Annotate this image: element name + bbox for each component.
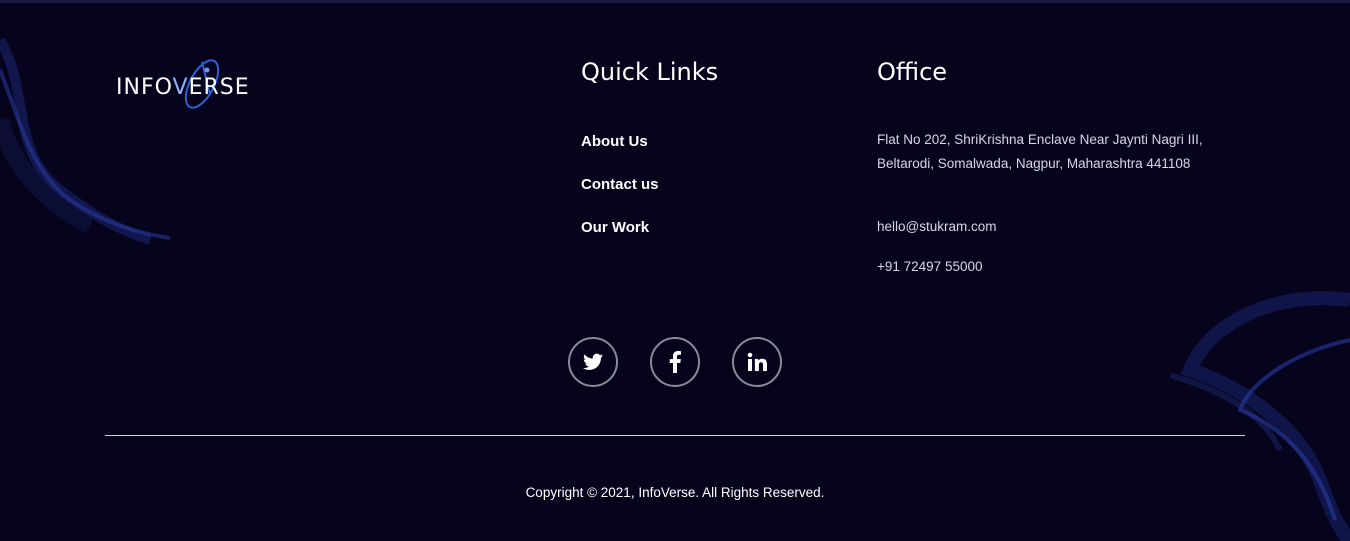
facebook-icon — [669, 351, 681, 373]
about-us-link[interactable]: About Us — [581, 133, 648, 150]
office-email-link[interactable]: hello@stukram.com — [877, 219, 997, 234]
smoke-decoration-right — [1169, 291, 1350, 541]
infoverse-logo[interactable]: INFOVERSE — [116, 54, 306, 110]
office-phone: +91 72497 55000 — [877, 259, 983, 274]
logo-wordmark-part2: ERSE — [188, 75, 250, 100]
office-address: Flat No 202, ShriKrishna Enclave Near Ja… — [877, 132, 1203, 171]
linkedin-button[interactable] — [732, 337, 782, 387]
office-heading: Office — [877, 58, 948, 86]
contact-us-link[interactable]: Contact us — [581, 176, 659, 193]
logo-wordmark-v: V — [172, 75, 189, 100]
copyright-text: Copyright © 2021, InfoVerse. All Rights … — [525, 485, 825, 500]
top-border — [0, 0, 1350, 3]
twitter-icon — [583, 353, 603, 370]
footer-divider — [105, 435, 1245, 436]
logo-wordmark-part1: INFO — [116, 75, 173, 100]
smoke-decoration-left — [0, 37, 171, 245]
our-work-link[interactable]: Our Work — [581, 219, 649, 236]
logo-wordmark: INFOVERSE — [116, 75, 250, 100]
twitter-button[interactable] — [568, 337, 618, 387]
quick-links-heading: Quick Links — [581, 58, 719, 86]
facebook-button[interactable] — [650, 337, 700, 387]
linkedin-icon — [747, 352, 767, 371]
